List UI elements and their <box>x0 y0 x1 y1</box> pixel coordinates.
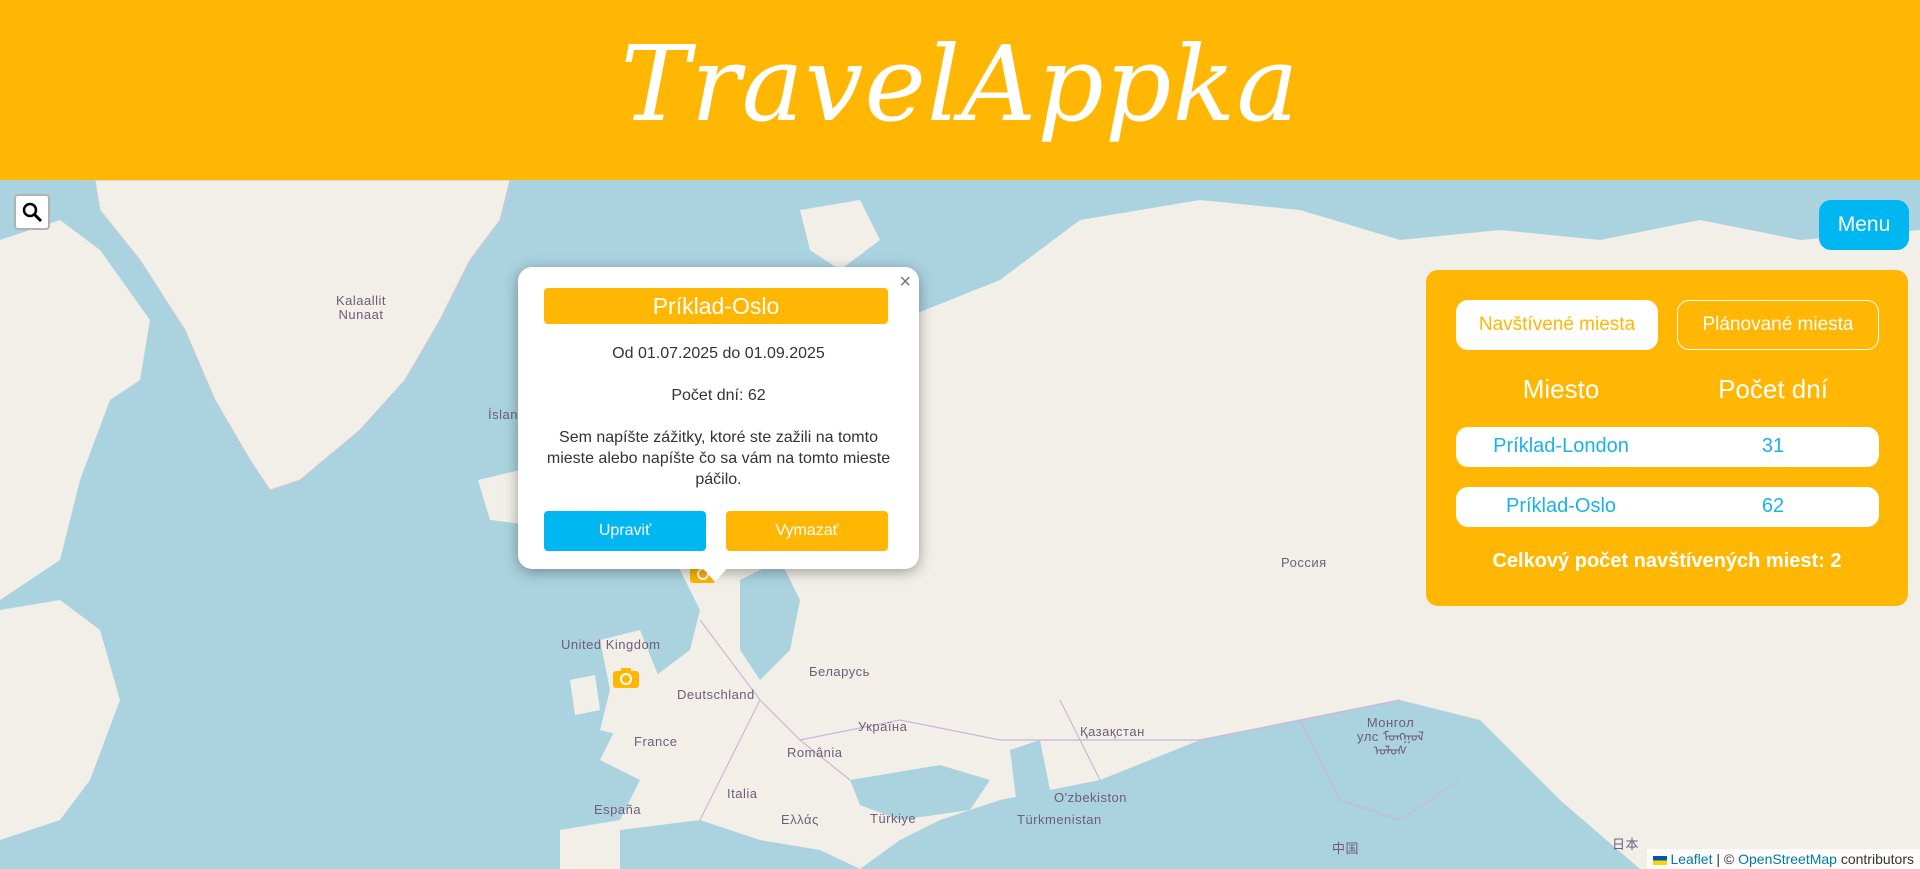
place-label: 中国 <box>1332 841 1360 856</box>
total-count: Celkový počet navštívených miest: 2 <box>1492 550 1842 572</box>
attribution-suffix: contributors <box>1836 851 1914 867</box>
leaflet-link[interactable]: Leaflet <box>1670 851 1712 867</box>
row-place[interactable]: Príklad-London <box>1461 435 1661 458</box>
place-label: Россия <box>1281 555 1327 570</box>
delete-button[interactable]: Vymazať <box>726 511 888 551</box>
place-label: Монгол улс ᠮᠣᠩᠭᠣᠯ ᠤᠯᠤᠰ <box>1357 715 1425 758</box>
tab-visited[interactable]: Navštívené miesta <box>1456 300 1658 350</box>
places-panel: Navštívené miesta Plánované miesta Miest… <box>1426 270 1908 606</box>
attribution-separator: | © <box>1712 851 1739 867</box>
menu-button[interactable]: Menu <box>1819 200 1909 250</box>
place-label: Deutschland <box>677 687 755 702</box>
place-label: Қазақстан <box>1080 724 1145 739</box>
edit-button[interactable]: Upraviť <box>544 511 706 551</box>
place-label: Türkmenistan <box>1017 812 1102 827</box>
place-label: Ελλάς <box>781 812 819 827</box>
map-attribution: Leaflet | © OpenStreetMap contributors <box>1646 849 1920 869</box>
close-icon[interactable]: × <box>899 271 911 294</box>
place-label: O'zbekiston <box>1054 790 1128 805</box>
app-logo: TravelAppka <box>620 23 1300 145</box>
search-button[interactable] <box>14 194 50 230</box>
place-label: Україна <box>858 719 908 734</box>
column-header-days: Počet dní <box>1718 374 1828 404</box>
popup-note: Sem napíšte zážitky, ktoré ste zažili na… <box>546 429 891 488</box>
osm-link[interactable]: OpenStreetMap <box>1738 851 1837 867</box>
table-row[interactable]: Príklad-London 31 <box>1456 427 1879 467</box>
place-label: España <box>594 802 642 817</box>
place-popup: × Príklad-Oslo Od 01.07.2025 do 01.09.20… <box>518 267 919 569</box>
place-label: France <box>634 734 678 749</box>
ukraine-flag-icon <box>1652 855 1667 865</box>
camera-marker-icon[interactable] <box>613 668 639 688</box>
place-label: 日本 <box>1612 837 1640 852</box>
popup-title: Príklad-Oslo <box>544 288 888 324</box>
row-days: 62 <box>1761 495 1785 517</box>
app-header: TravelAppka <box>0 0 1920 180</box>
column-header-place: Miesto <box>1522 374 1600 404</box>
place-label: Türkiye <box>870 811 917 826</box>
search-icon <box>22 202 43 223</box>
place-label: Kalaallit Nunaat <box>336 293 387 322</box>
table-row[interactable]: Príklad-Oslo 62 <box>1456 487 1879 527</box>
popup-days: Počet dní: 62 <box>671 387 766 404</box>
popup-dates: Od 01.07.2025 do 01.09.2025 <box>612 345 825 362</box>
place-label: Беларусь <box>809 664 870 679</box>
place-label: United Kingdom <box>561 637 661 652</box>
place-label: Íslan <box>488 407 518 422</box>
popup-tip <box>701 566 729 582</box>
place-label: Italia <box>727 786 758 801</box>
place-label: România <box>787 745 843 760</box>
row-place[interactable]: Príklad-Oslo <box>1461 495 1661 518</box>
tab-planned[interactable]: Plánované miesta <box>1677 300 1879 350</box>
row-days: 31 <box>1761 435 1785 457</box>
